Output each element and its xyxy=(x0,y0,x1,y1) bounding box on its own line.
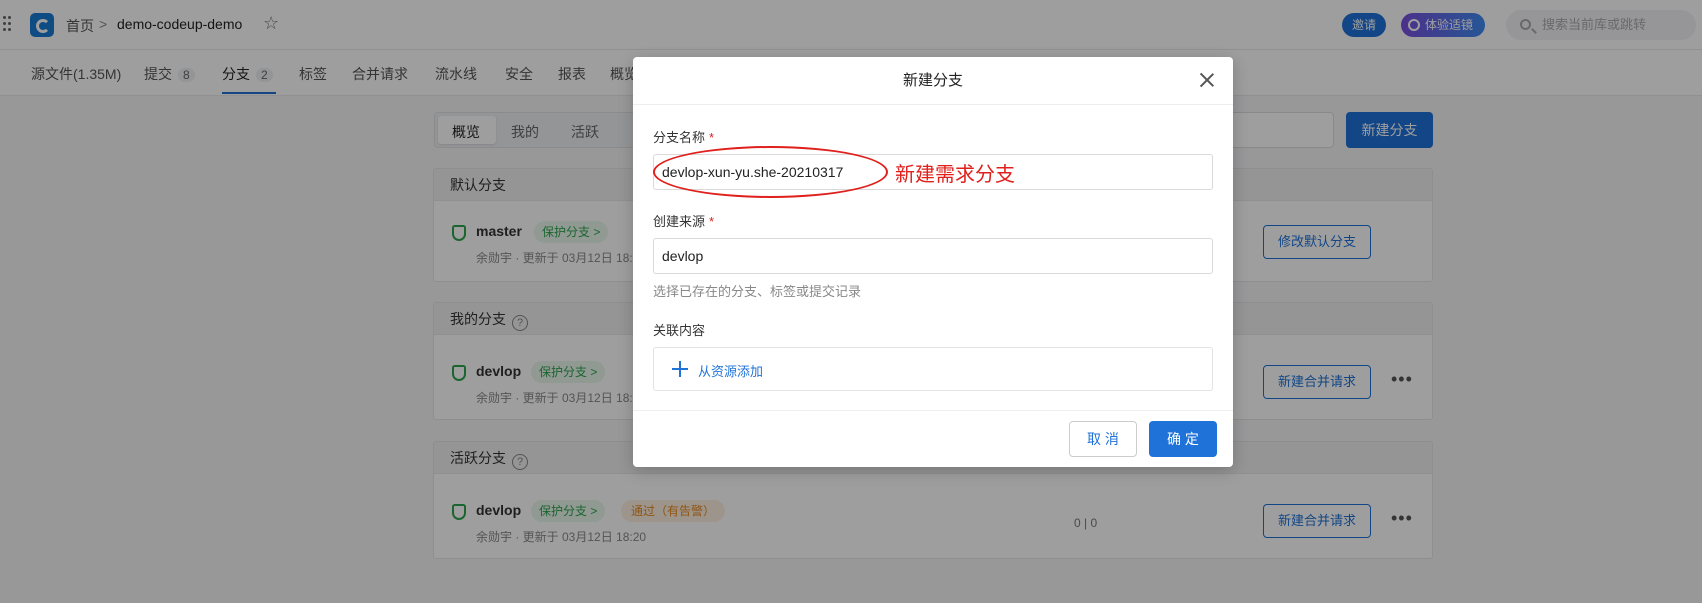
source-select[interactable]: devlop xyxy=(653,238,1213,274)
annotation-ellipse xyxy=(653,146,888,198)
dialog-footer: 取 消 确 定 xyxy=(633,410,1233,467)
dialog-title: 新建分支 xyxy=(633,57,1233,105)
source-label: 创建来源 * xyxy=(653,214,715,229)
add-from-resource-button[interactable]: 从资源添加 xyxy=(653,347,1213,391)
annotation-text: 新建需求分支 xyxy=(895,164,1015,186)
cancel-button[interactable]: 取 消 xyxy=(1069,421,1137,457)
branch-name-label: 分支名称 * xyxy=(653,130,715,145)
related-content-label: 关联内容 xyxy=(653,323,706,338)
plus-icon xyxy=(672,361,688,377)
new-branch-dialog: 新建分支 分支名称 * devlop-xun-yu.she-20210317 创建… xyxy=(633,57,1233,467)
source-hint: 选择已存在的分支、标签或提交记录 xyxy=(653,284,862,299)
confirm-button[interactable]: 确 定 xyxy=(1149,421,1217,457)
close-icon[interactable] xyxy=(1197,70,1217,90)
add-from-resource-label: 从资源添加 xyxy=(698,364,764,379)
